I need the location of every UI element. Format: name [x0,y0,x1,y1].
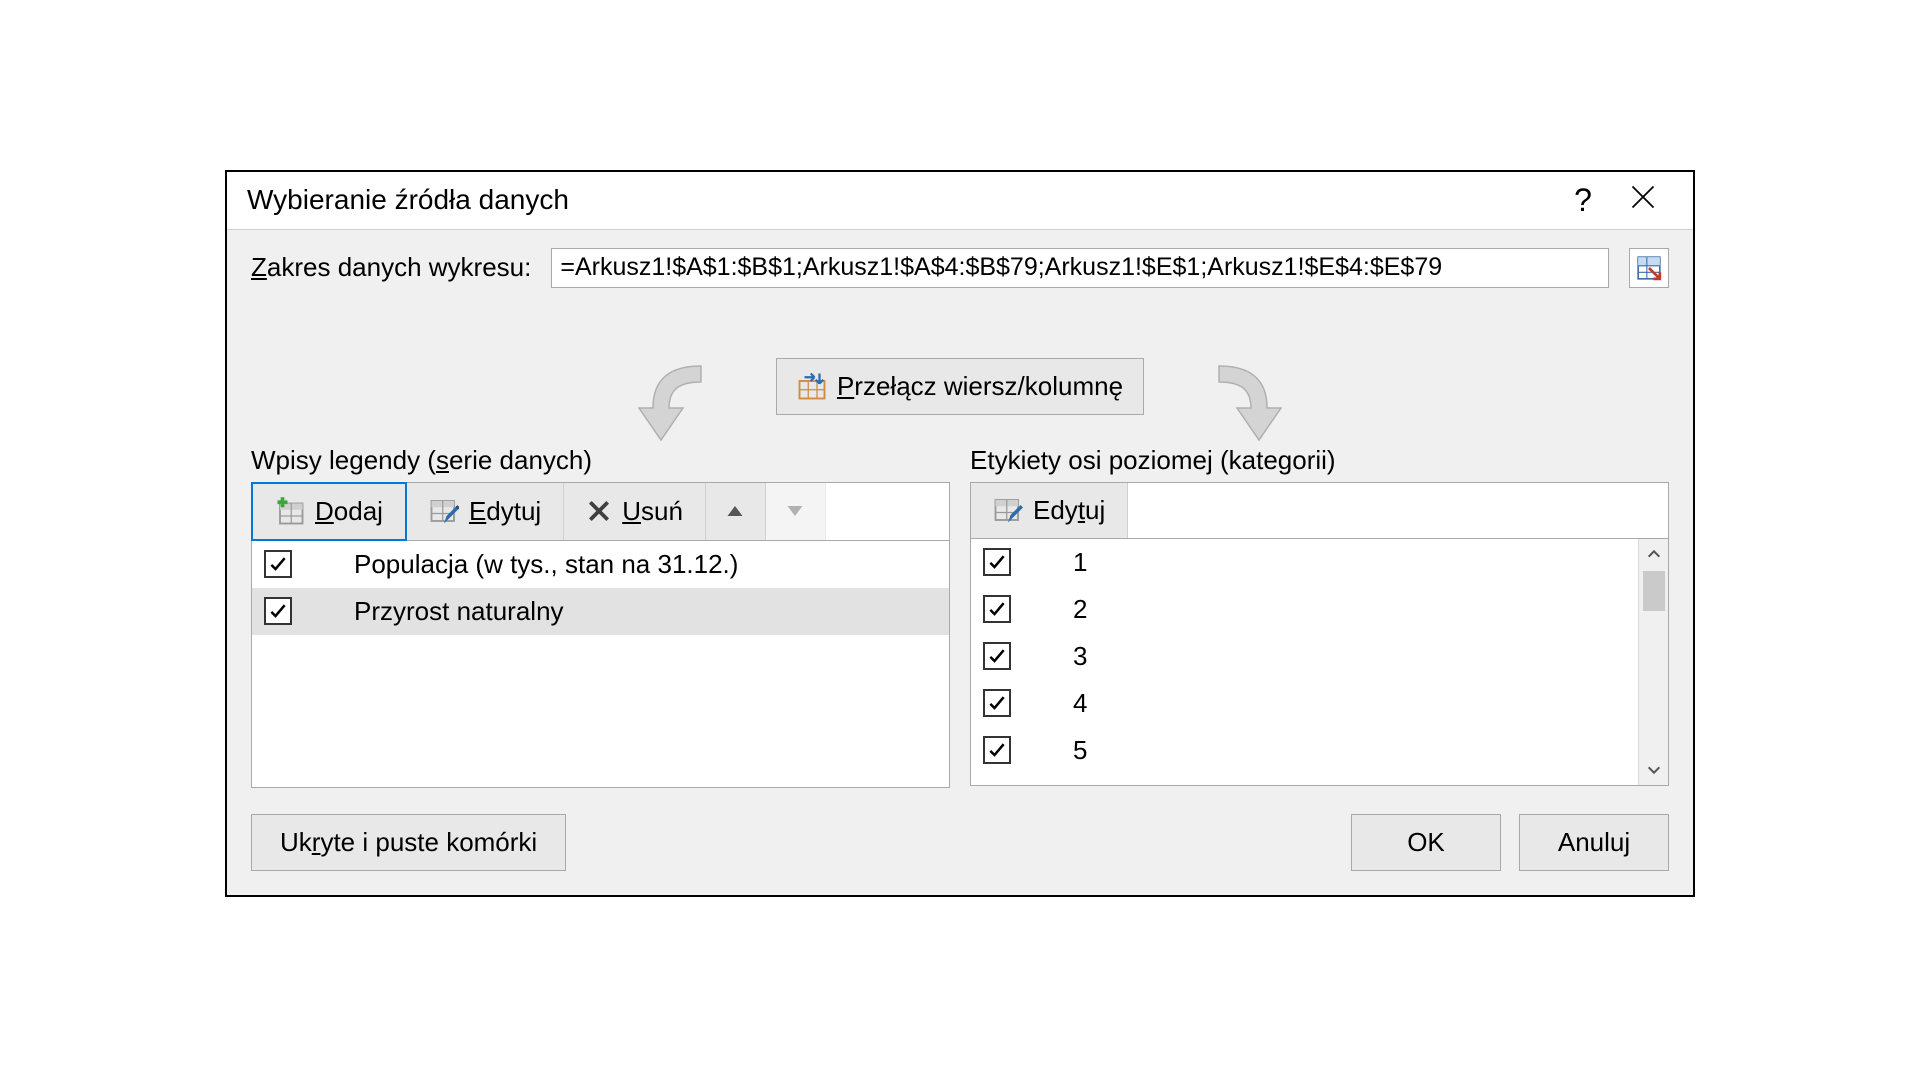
cancel-button[interactable]: Anuluj [1519,814,1669,871]
series-toolbar: Dodaj Ed [251,482,950,540]
checkbox[interactable] [983,548,1011,576]
arrow-right-icon [1189,358,1289,453]
select-data-source-dialog: Wybieranie źródła danych ? Zakres danych… [225,170,1695,897]
footer: Ukryte i puste komórki OK Anuluj [251,814,1669,871]
series-item-label: Przyrost naturalny [354,596,564,627]
axis-labels-label: Etykiety osi poziomej (kategorii) [970,445,1669,476]
close-icon [1629,183,1657,211]
range-picker-icon [1636,255,1662,281]
category-item[interactable]: 4 [971,680,1668,727]
add-icon [275,496,305,526]
series-item[interactable]: Populacja (w tys., stan na 31.12.) [252,541,949,588]
triangle-up-icon [725,501,745,521]
checkbox[interactable] [983,595,1011,623]
categories-listbox[interactable]: 1 2 3 4 5 [970,538,1669,786]
checkbox[interactable] [264,597,292,625]
move-up-button[interactable] [706,483,766,540]
legend-series-label: Wpisy legendy (serie danych) [251,445,950,476]
axis-labels-column: Etykiety osi poziomej (kategorii) [970,445,1669,788]
edit-categories-button[interactable]: Edytuj [971,483,1128,538]
chart-data-range-label: Zakres danych wykresu: [251,252,531,283]
dialog-content: Zakres danych wykresu: [227,230,1693,895]
checkbox[interactable] [983,736,1011,764]
hidden-empty-cells-button[interactable]: Ukryte i puste komórki [251,814,566,871]
switch-row-column-row: Przełącz wiersz/kolumnę [251,358,1669,415]
category-item-label: 2 [1073,594,1087,625]
category-item[interactable]: 5 [971,727,1668,774]
chevron-up-icon [1646,546,1662,562]
category-item[interactable]: 2 [971,586,1668,633]
arrow-left-icon [631,358,731,453]
scroll-up-button[interactable] [1639,539,1668,569]
ok-button[interactable]: OK [1351,814,1501,871]
checkbox[interactable] [983,642,1011,670]
category-item-label: 1 [1073,547,1087,578]
chart-data-range-input[interactable] [551,248,1609,288]
legend-series-column: Wpisy legendy (serie danych) [251,445,950,788]
add-button-label: Dodaj [315,496,383,527]
range-picker-button[interactable] [1629,248,1669,288]
switch-row-column-button[interactable]: Przełącz wiersz/kolumnę [776,358,1144,415]
titlebar: Wybieranie źródła danych ? [227,172,1693,230]
edit-icon [993,495,1023,525]
edit-series-button[interactable]: Edytuj [407,483,564,540]
chevron-down-icon [1646,762,1662,778]
remove-series-button[interactable]: Usuń [564,483,706,540]
edit-categories-label: Edytuj [1033,495,1105,526]
edit-button-label: Edytuj [469,496,541,527]
scrollbar[interactable] [1638,539,1668,785]
series-listbox[interactable]: Populacja (w tys., stan na 31.12.) Przyro… [251,540,950,788]
checkbox[interactable] [264,550,292,578]
series-item-label: Populacja (w tys., stan na 31.12.) [354,549,738,580]
category-item[interactable]: 1 [971,539,1668,586]
edit-icon [429,496,459,526]
switch-button-label: Przełącz wiersz/kolumnę [837,371,1123,402]
scroll-down-button[interactable] [1639,755,1668,785]
chart-data-range-row: Zakres danych wykresu: [251,248,1669,288]
columns: Wpisy legendy (serie danych) [251,445,1669,788]
categories-toolbar: Edytuj [970,482,1669,538]
category-item-label: 5 [1073,735,1087,766]
add-series-button[interactable]: Dodaj [251,482,407,541]
switch-icon [797,371,827,401]
move-down-button [766,483,826,540]
triangle-down-icon [785,501,805,521]
scroll-thumb[interactable] [1643,571,1665,611]
checkbox[interactable] [983,689,1011,717]
category-item[interactable]: 3 [971,633,1668,680]
series-item[interactable]: Przyrost naturalny [252,588,949,635]
remove-icon [586,498,612,524]
dialog-title: Wybieranie źródła danych [247,184,1553,216]
help-button[interactable]: ? [1553,182,1613,219]
close-button[interactable] [1613,183,1673,218]
remove-button-label: Usuń [622,496,683,527]
category-item-label: 3 [1073,641,1087,672]
category-item-label: 4 [1073,688,1087,719]
